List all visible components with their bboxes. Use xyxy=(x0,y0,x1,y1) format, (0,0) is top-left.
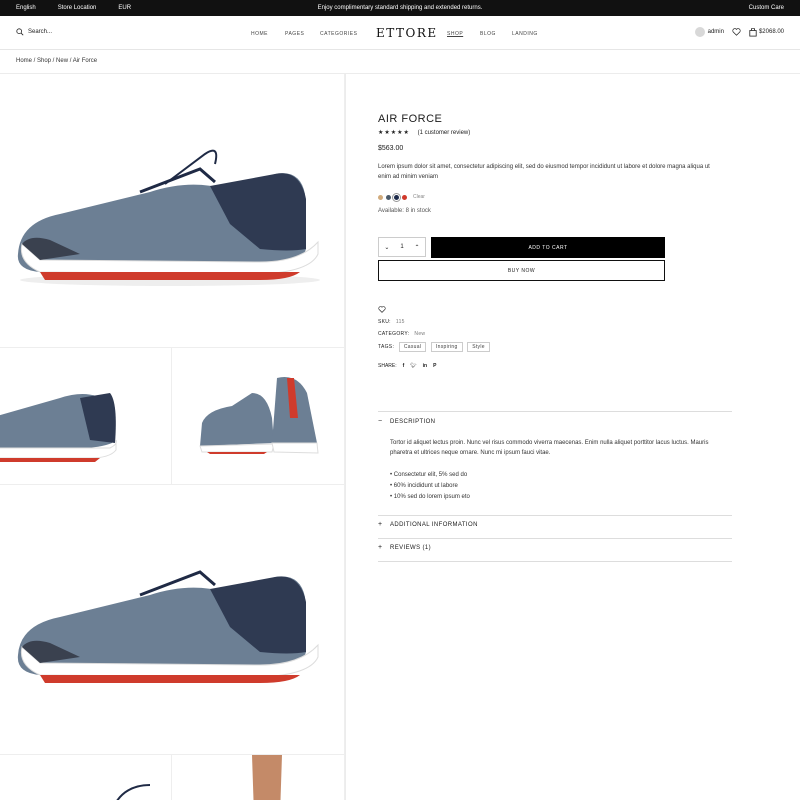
linkedin-icon[interactable]: in xyxy=(423,363,427,369)
quantity-value[interactable]: 1 xyxy=(400,244,403,250)
add-to-wishlist-button[interactable] xyxy=(378,300,386,318)
top-bar: English Store Location EUR Enjoy complim… xyxy=(0,0,800,16)
color-swatches: Clear xyxy=(378,192,425,202)
accordion-additional-header[interactable]: + ADDITIONAL INFORMATION xyxy=(378,521,478,528)
accordion-description-header[interactable]: − DESCRIPTION xyxy=(378,418,435,425)
nav-landing[interactable]: LANDING xyxy=(512,31,538,37)
sku-label: SKU: xyxy=(378,319,391,325)
swatch-3[interactable] xyxy=(392,192,401,202)
accordion-description-title: DESCRIPTION xyxy=(390,418,436,425)
nav-blog[interactable]: BLOG xyxy=(480,31,496,37)
search-icon xyxy=(16,28,24,36)
product-rating: ★★★★★ (1 customer review) xyxy=(378,129,470,136)
tag-inspiring[interactable]: Inspiring xyxy=(430,342,463,352)
buy-now-button[interactable]: BUY NOW xyxy=(378,260,665,281)
gallery-image-main[interactable] xyxy=(0,74,345,348)
heart-icon xyxy=(378,306,386,313)
accordion-reviews-header[interactable]: + REVIEWS (1) xyxy=(378,544,431,551)
stock-status: Available: 8 in stock xyxy=(378,208,431,214)
product-sku: SKU: 115 xyxy=(378,319,405,325)
product-category: CATEGORY: New xyxy=(378,331,425,337)
accordion-divider xyxy=(378,411,732,412)
model-leg-image xyxy=(252,755,282,800)
plus-icon: + xyxy=(378,521,383,528)
accordion-reviews-title: REVIEWS (1) xyxy=(390,544,432,551)
swatch-2[interactable] xyxy=(386,194,391,200)
account-username: admin xyxy=(707,29,724,35)
product-short-description: Lorem ipsum dolor sit amet, consectetur … xyxy=(378,164,710,180)
quantity-stepper[interactable]: ⌄ 1 ⌃ xyxy=(378,237,426,257)
gallery-image-side[interactable] xyxy=(0,348,172,485)
list-item: Consectetur elit, 5% sed do xyxy=(390,470,470,481)
description-bullets: Consectetur elit, 5% sed do 60% incididu… xyxy=(390,470,470,503)
gallery-image-pair[interactable] xyxy=(172,348,345,485)
chevron-up-icon[interactable]: ⌃ xyxy=(415,244,420,251)
nav-home[interactable]: HOME xyxy=(251,31,268,37)
shoe-image xyxy=(17,149,320,286)
gallery-image-detail[interactable] xyxy=(0,485,345,755)
product-gallery xyxy=(0,74,345,800)
site-logo[interactable]: ETTORE xyxy=(376,26,438,40)
product-price: $563.00 xyxy=(378,145,404,152)
swatch-1[interactable] xyxy=(378,194,383,200)
rating-stars: ★★★★★ xyxy=(378,130,410,136)
gallery-image-model[interactable] xyxy=(172,755,345,800)
clear-swatch-link[interactable]: Clear xyxy=(413,194,425,200)
search-button[interactable]: Search... xyxy=(16,28,52,36)
list-item: 10% sed do lorem ipsum eto xyxy=(390,492,470,503)
accordion-divider xyxy=(378,561,732,562)
twitter-icon[interactable]: 🐦︎ xyxy=(410,363,416,369)
share-links: SHARE: f 🐦︎ in P xyxy=(378,363,436,369)
description-text: Tortor id aliquet lectus proin. Nunc vel… xyxy=(390,440,709,456)
cart-link[interactable]: $2068.00 xyxy=(749,27,784,37)
nav-shop[interactable]: SHOP xyxy=(447,31,463,37)
shoe-image xyxy=(0,393,117,462)
accordion-divider xyxy=(378,538,732,539)
facebook-icon[interactable]: f xyxy=(403,363,405,369)
shoe-image xyxy=(116,784,151,800)
user-icon xyxy=(694,27,705,37)
sku-value: 115 xyxy=(395,319,405,325)
currency-selector[interactable]: EUR xyxy=(118,5,131,11)
accordion-divider xyxy=(378,515,732,516)
share-label: SHARE: xyxy=(378,363,397,369)
nav-pages[interactable]: PAGES xyxy=(285,31,304,37)
customer-care-link[interactable]: Custom Care xyxy=(749,5,784,11)
gallery-image-extra[interactable] xyxy=(0,755,172,800)
accordion-additional-title: ADDITIONAL INFORMATION xyxy=(390,521,478,528)
column-divider xyxy=(345,73,346,800)
category-link[interactable]: New xyxy=(414,331,425,337)
tag-casual[interactable]: Casual xyxy=(398,342,427,352)
site-header: Search... HOME PAGES CATEGORIES ETTORE S… xyxy=(0,16,800,50)
language-selector[interactable]: English xyxy=(16,5,36,11)
minus-icon: − xyxy=(378,418,383,425)
tag-style[interactable]: Style xyxy=(467,342,490,352)
cart-icon xyxy=(749,27,757,37)
review-link[interactable]: (1 customer review) xyxy=(418,130,471,136)
breadcrumb[interactable]: Home / Shop / New / Air Force xyxy=(16,58,97,64)
list-item: 60% incididunt ut labore xyxy=(390,481,470,492)
chevron-down-icon[interactable]: ⌄ xyxy=(384,244,389,251)
product-title: AIR FORCE xyxy=(378,113,443,125)
shoe-image xyxy=(17,570,319,683)
account-link[interactable]: admin xyxy=(694,27,724,37)
add-to-cart-button[interactable]: ADD TO CART xyxy=(431,237,665,258)
plus-icon: + xyxy=(378,544,383,551)
product-tags: TAGS: Casual Inspiring Style xyxy=(378,342,490,352)
tags-label: TAGS: xyxy=(378,344,395,350)
heart-icon[interactable] xyxy=(732,28,741,36)
pinterest-icon[interactable]: P xyxy=(433,363,436,369)
store-location-link[interactable]: Store Location xyxy=(58,5,97,11)
swatch-4[interactable] xyxy=(402,194,407,200)
cart-total: $2068.00 xyxy=(758,29,784,35)
category-label: CATEGORY: xyxy=(378,331,410,337)
shoe-image xyxy=(199,377,319,454)
nav-categories[interactable]: CATEGORIES xyxy=(320,31,357,37)
search-label: Search... xyxy=(28,29,53,35)
